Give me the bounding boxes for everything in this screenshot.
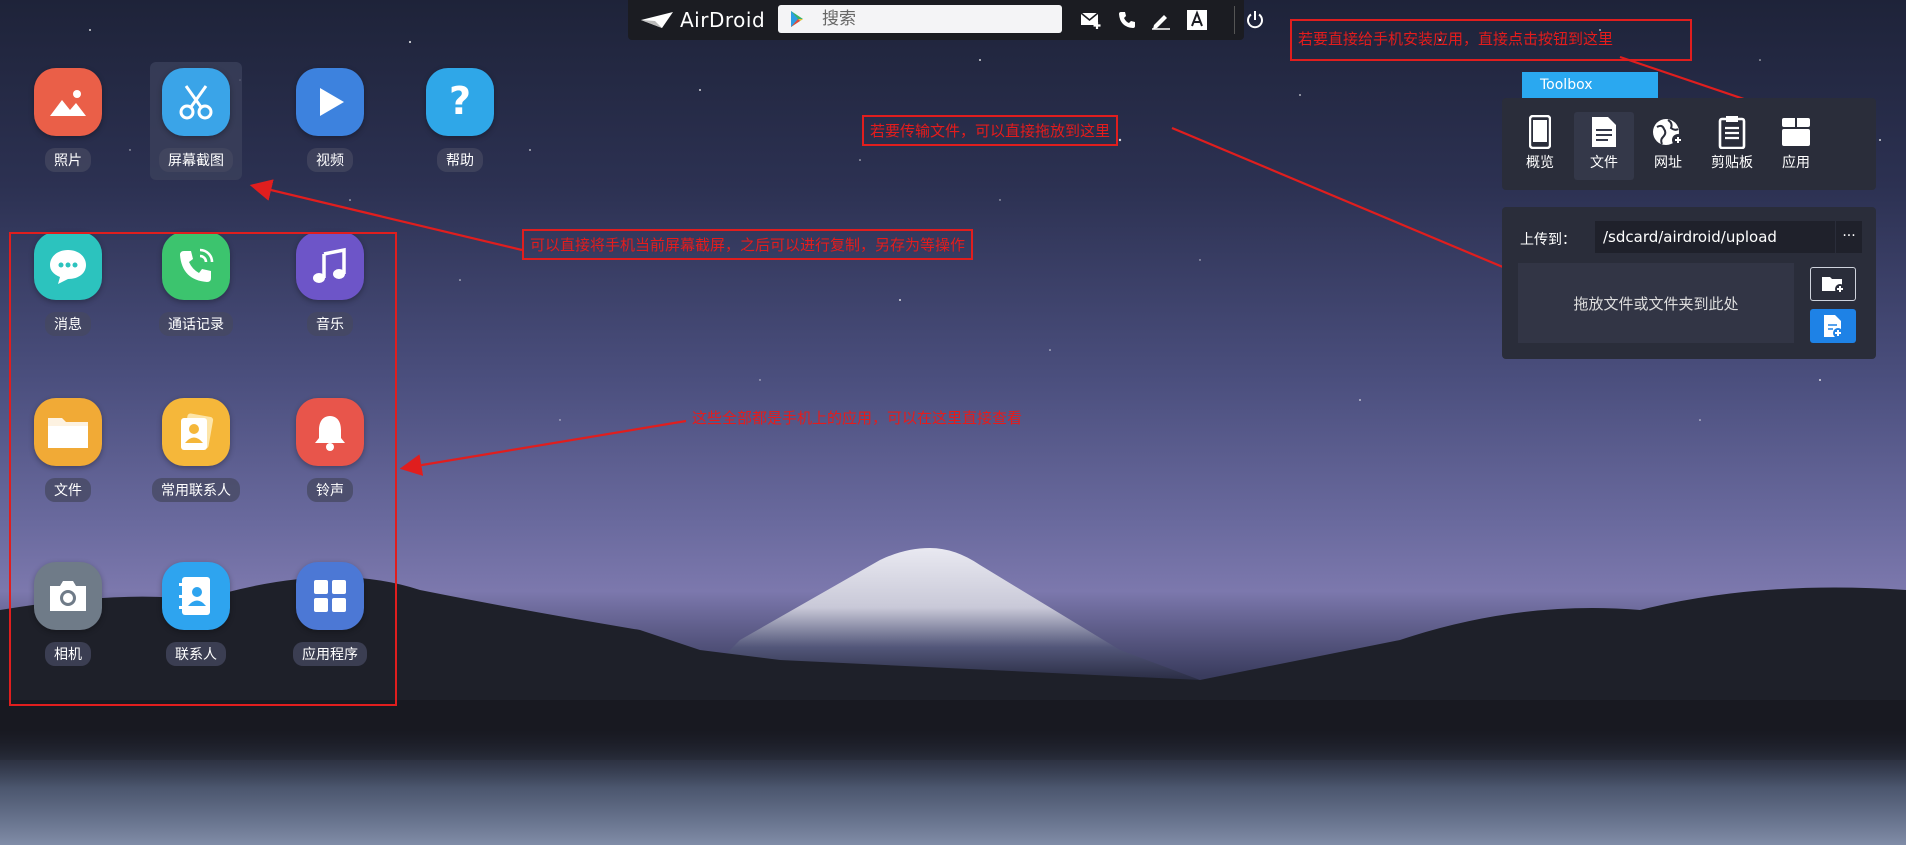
tool-files[interactable]: 文件 bbox=[1574, 112, 1634, 180]
app-scissors[interactable]: 屏幕截图 bbox=[150, 62, 242, 180]
question-icon: ? bbox=[426, 68, 494, 136]
google-play-icon bbox=[791, 11, 803, 27]
apps-highlight-box bbox=[9, 232, 397, 706]
globe-icon bbox=[1638, 112, 1698, 152]
search-bar[interactable] bbox=[778, 5, 1062, 33]
scissors-icon bbox=[162, 68, 230, 136]
app-box-icon bbox=[1766, 112, 1826, 152]
clipboard-icon bbox=[1702, 112, 1762, 152]
install-app-note: 若要直接给手机安装应用，直接点击按钮到这里 bbox=[1298, 30, 1614, 48]
tool-label: 网址 bbox=[1654, 155, 1682, 171]
power-icon[interactable] bbox=[1244, 9, 1266, 31]
search-input[interactable] bbox=[820, 8, 1044, 30]
tool-clipboard[interactable]: 剪贴板 bbox=[1702, 112, 1762, 172]
tool-apps[interactable]: 应用 bbox=[1766, 112, 1826, 172]
message-add-icon[interactable] bbox=[1080, 9, 1102, 31]
upload-label: 上传到： bbox=[1520, 232, 1576, 248]
app-label: 帮助 bbox=[437, 148, 483, 172]
screenshot-note: 可以直接将手机当前屏幕截屏，之后可以进行复制，另存为等操作 bbox=[522, 229, 974, 260]
phone-icon[interactable] bbox=[1116, 9, 1138, 31]
toolbox-panel: 概览 文件 网址 剪贴板 应用 bbox=[1502, 98, 1876, 190]
logo-text: AirDroid bbox=[680, 8, 766, 32]
play-icon bbox=[296, 68, 364, 136]
file-drop-area[interactable]: 拖放文件或文件夹到此处 bbox=[1518, 263, 1794, 343]
toolbar-divider bbox=[1234, 6, 1235, 34]
folder-add-icon bbox=[1822, 277, 1845, 294]
tool-label: 剪贴板 bbox=[1711, 155, 1753, 171]
apps-note: 这些全部都是手机上的应用，可以在这里直接查看 bbox=[692, 409, 1023, 427]
app-label: 视频 bbox=[307, 148, 353, 172]
paper-plane-icon bbox=[641, 12, 673, 28]
more-options-button[interactable]: ··· bbox=[1836, 221, 1862, 253]
file-add-icon bbox=[1824, 315, 1843, 338]
phone-device-icon bbox=[1510, 112, 1570, 152]
tool-label: 概览 bbox=[1526, 155, 1554, 171]
tool-url[interactable]: 网址 bbox=[1638, 112, 1698, 172]
app-play[interactable]: 视频 bbox=[284, 68, 376, 172]
toolbox-tab[interactable]: Toolbox bbox=[1522, 72, 1658, 98]
app-label: 照片 bbox=[45, 148, 91, 172]
tool-overview[interactable]: 概览 bbox=[1510, 112, 1570, 172]
upload-file-button[interactable] bbox=[1810, 309, 1856, 343]
upload-panel: 上传到： /sdcard/airdroid/upload ··· 拖放文件或文件… bbox=[1502, 207, 1876, 359]
drop-area-text: 拖放文件或文件夹到此处 bbox=[1573, 294, 1739, 313]
pen-icon[interactable] bbox=[1150, 9, 1172, 31]
airdroid-logo[interactable]: AirDroid bbox=[640, 8, 765, 32]
app-label: 屏幕截图 bbox=[159, 148, 233, 172]
app-question[interactable]: ? 帮助 bbox=[414, 68, 506, 172]
arrow-to-apps-box bbox=[399, 419, 687, 476]
svg-text:?: ? bbox=[449, 82, 471, 122]
upload-folder-button[interactable] bbox=[1810, 267, 1856, 301]
upload-path-field[interactable]: /sdcard/airdroid/upload bbox=[1595, 221, 1835, 253]
app-photo[interactable]: 照片 bbox=[22, 68, 114, 172]
top-toolbar: AirDroid bbox=[628, 0, 1263, 40]
arrow-to-drop-area bbox=[1171, 126, 1553, 290]
transfer-file-note: 若要传输文件，可以直接拖放到这里 bbox=[862, 115, 1119, 146]
text-a-icon[interactable] bbox=[1186, 9, 1208, 31]
tool-label: 应用 bbox=[1782, 155, 1810, 171]
photo-icon bbox=[34, 68, 102, 136]
document-icon bbox=[1574, 112, 1634, 152]
tool-label: 文件 bbox=[1590, 155, 1618, 171]
